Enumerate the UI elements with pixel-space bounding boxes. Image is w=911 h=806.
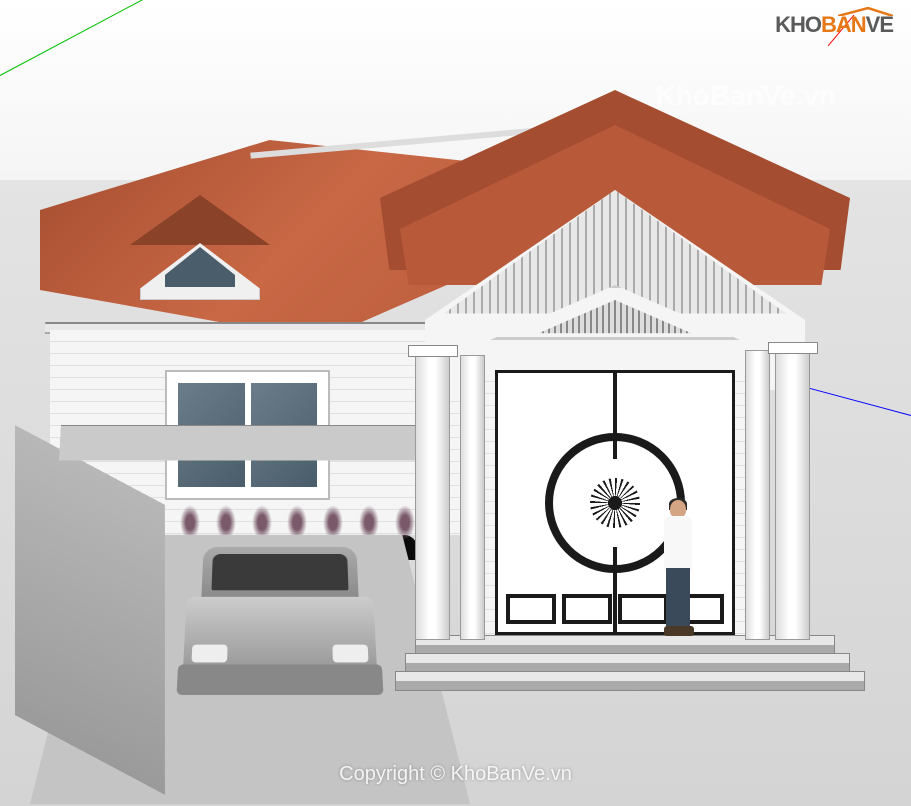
column-capital [768, 342, 818, 354]
car-bumper [177, 664, 384, 695]
logo-text-2: BAN [821, 12, 866, 37]
dormer-window [165, 247, 235, 287]
scale-figure-person [658, 500, 698, 640]
sketchup-viewport[interactable]: KHOBANVE KhoBanVe.vn Copyright © KhoBanV… [0, 0, 911, 806]
copyright-text: Copyright © KhoBanVe.vn [339, 763, 572, 786]
logo-text-1: KHO [775, 12, 821, 37]
door-panel [506, 594, 556, 624]
car-windshield [211, 554, 348, 590]
porch-column-left [415, 355, 450, 640]
column-capital [408, 345, 458, 357]
car-headlight-left [191, 645, 227, 663]
porch-column-right-inner [745, 350, 770, 640]
logo-text-3: VE [866, 12, 893, 37]
door-panel [562, 594, 612, 624]
person-legs [666, 568, 690, 628]
door-sunburst-icon [590, 478, 640, 528]
person-body [664, 516, 692, 571]
step [405, 653, 850, 673]
porch-column-right [775, 350, 810, 640]
house-model[interactable] [30, 30, 880, 730]
dormer [130, 195, 270, 300]
entrance-porch [380, 90, 850, 690]
car-headlight-right [332, 645, 368, 663]
person-feet [664, 626, 694, 636]
porch-column-left-inner [460, 355, 485, 640]
car-model [170, 547, 390, 721]
watermark-center: KhoBanVe.vn [656, 80, 836, 112]
dormer-roof [130, 195, 270, 245]
main-entrance-door [495, 370, 735, 635]
step [395, 671, 865, 691]
brand-logo: KHOBANVE [775, 12, 893, 38]
